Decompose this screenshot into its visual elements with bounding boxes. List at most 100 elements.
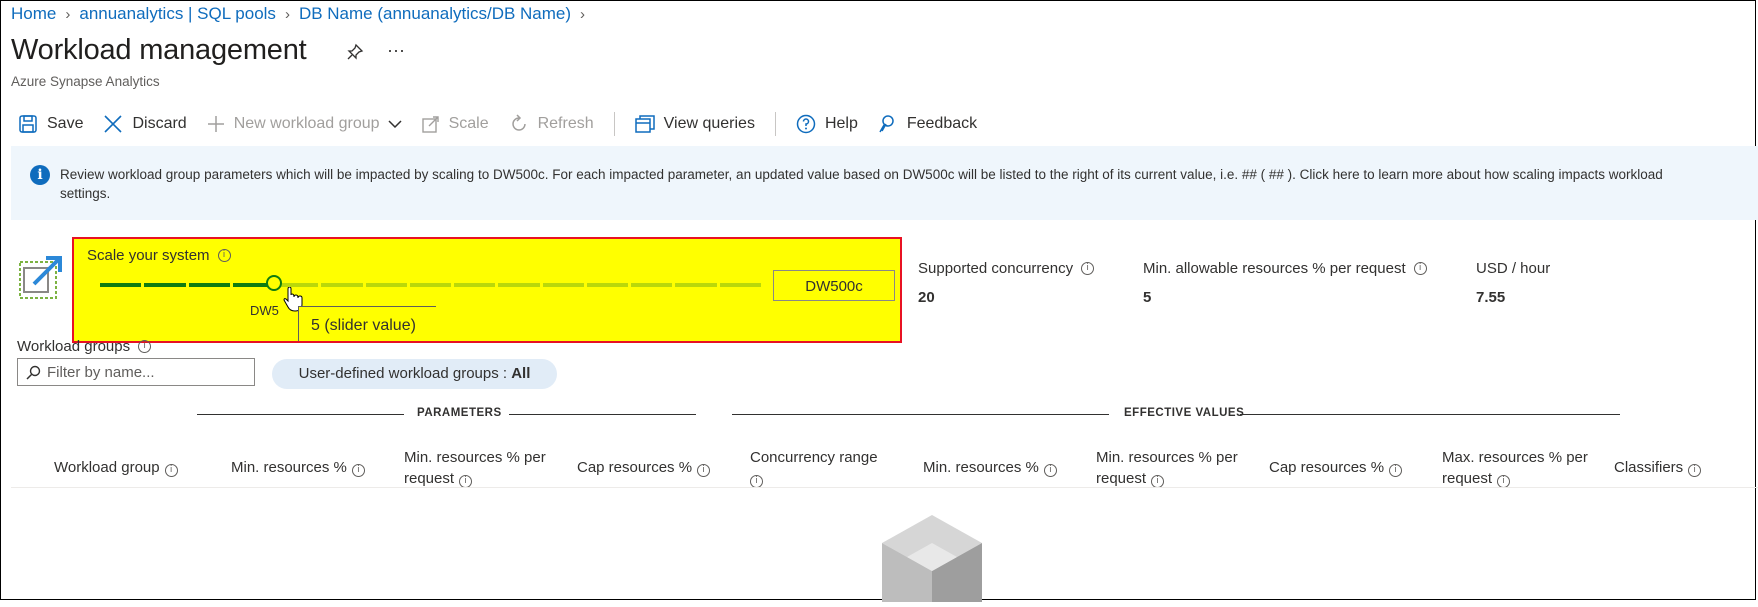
column-header-min-resources-per-request[interactable]: Min. resources % per request i	[404, 447, 546, 489]
effective-values-section-title: EFFECTIVE VALUES	[1124, 407, 1245, 419]
scale-your-system-label: Scale your system i	[87, 247, 231, 264]
scale-system-icon	[18, 254, 64, 305]
scale-icon	[421, 116, 439, 133]
info-banner-text[interactable]: Review workload group parameters which w…	[60, 165, 1758, 203]
slider-value-tooltip: 5 (slider value)	[298, 306, 436, 341]
scale-label-text: Scale your system	[87, 247, 210, 264]
column-header-text: Cap resources %	[577, 459, 693, 476]
refresh-button[interactable]: Refresh	[509, 114, 594, 134]
breadcrumb-sql-pools[interactable]: annuanalytics | SQL pools	[79, 4, 276, 24]
discard-label: Discard	[132, 115, 187, 132]
help-button[interactable]: Help	[796, 114, 858, 134]
breadcrumb-chevron-icon: ›	[65, 5, 71, 23]
metric-usd-per-hour: USD / hour 7.55	[1476, 260, 1550, 306]
info-icon[interactable]: i	[1043, 464, 1057, 477]
page-subtitle: Azure Synapse Analytics	[11, 74, 160, 89]
info-icon[interactable]: i	[164, 464, 178, 477]
breadcrumb-chevron-icon: ›	[580, 5, 586, 23]
column-header-classifiers[interactable]: Classifiers i	[1614, 457, 1702, 478]
metric-value: 20	[918, 289, 935, 306]
column-header-text: request	[404, 470, 455, 487]
info-icon[interactable]: i	[1389, 464, 1403, 477]
column-header-min-resources[interactable]: Min. resources % i	[231, 457, 365, 478]
column-header-text: request	[1096, 470, 1147, 487]
slider-segment	[586, 283, 629, 287]
column-header-max-resources-per-request[interactable]: Max. resources % per request i	[1442, 447, 1588, 489]
help-icon	[796, 114, 816, 134]
slider-thumb[interactable]	[266, 275, 282, 291]
info-banner-line-2: settings.	[60, 186, 111, 201]
new-workload-group-label: New workload group	[233, 115, 380, 132]
breadcrumb: Home › annuanalytics | SQL pools › DB Na…	[11, 4, 594, 24]
feedback-icon	[879, 115, 894, 133]
column-header-text: Min. resources %	[923, 459, 1039, 476]
info-icon[interactable]: i	[1081, 262, 1095, 275]
column-header-effective-min-resources-per-request[interactable]: Min. resources % per request i	[1096, 447, 1238, 489]
column-header-text: Classifiers	[1614, 459, 1684, 476]
info-icon[interactable]: i	[217, 249, 231, 262]
more-options-icon[interactable]: ···	[387, 40, 405, 61]
column-header-text: Workload group	[54, 459, 160, 476]
column-header-text: request	[1442, 470, 1493, 487]
slider-segment	[542, 283, 584, 287]
close-icon	[104, 115, 123, 133]
help-label: Help	[824, 115, 858, 132]
filter-placeholder: Filter by name...	[47, 363, 155, 381]
discard-button[interactable]: Discard	[103, 114, 187, 134]
refresh-icon	[511, 114, 526, 131]
column-header-text: Max. resources % per	[1442, 449, 1588, 466]
view-queries-button[interactable]: View queries	[634, 114, 755, 134]
column-header-effective-min-resources[interactable]: Min. resources % i	[923, 457, 1057, 478]
scale-value-field[interactable]: DW500c	[773, 270, 895, 301]
table-header-divider	[11, 487, 1758, 488]
column-header-cap-resources[interactable]: Cap resources % i	[577, 457, 711, 478]
metric-label: Min. allowable resources % per request	[1143, 260, 1406, 277]
slider-segment	[631, 283, 673, 287]
slider-min-label: DW5	[250, 303, 279, 318]
section-divider	[509, 414, 696, 415]
parameters-section-title: PARAMETERS	[417, 407, 502, 419]
workload-groups-filter-pill[interactable]: User-defined workload groups : All	[272, 359, 557, 389]
scale-label: Scale	[448, 115, 489, 132]
info-icon[interactable]: i	[697, 464, 711, 477]
info-icon[interactable]: i	[351, 464, 365, 477]
new-workload-group-button[interactable]: New workload group	[207, 115, 402, 133]
slider-segment	[188, 283, 230, 287]
section-divider	[732, 414, 1109, 415]
breadcrumb-home[interactable]: Home	[11, 4, 56, 24]
view-queries-label: View queries	[663, 115, 755, 132]
breadcrumb-db-name[interactable]: DB Name (annuanalytics/DB Name)	[299, 4, 571, 24]
pin-icon[interactable]	[346, 43, 364, 66]
info-icon[interactable]: i	[138, 340, 152, 353]
plus-icon	[207, 116, 224, 132]
column-header-text: Min. resources % per	[1096, 449, 1238, 466]
slider-segment	[144, 283, 186, 287]
toolbar-divider	[613, 112, 615, 136]
view-queries-icon	[634, 115, 655, 133]
save-label: Save	[47, 115, 84, 132]
toolbar-divider	[774, 112, 776, 136]
column-header-concurrency-range[interactable]: Concurrency range i	[750, 447, 878, 489]
feedback-label: Feedback	[906, 115, 978, 132]
breadcrumb-chevron-icon: ›	[284, 5, 290, 23]
column-header-workload-group[interactable]: Workload group i	[54, 457, 178, 478]
filter-input[interactable]: Filter by name...	[17, 358, 255, 386]
feedback-button[interactable]: Feedback	[878, 114, 977, 134]
info-icon: i	[30, 165, 50, 185]
scale-button[interactable]: Scale	[421, 115, 489, 133]
info-icon[interactable]: i	[1413, 262, 1427, 275]
pill-value: All	[511, 365, 531, 382]
column-header-effective-cap-resources[interactable]: Cap resources % i	[1269, 457, 1403, 478]
chevron-down-icon	[388, 120, 402, 129]
empty-state-cube-icon	[882, 515, 982, 607]
column-header-text: Cap resources %	[1269, 459, 1385, 476]
workload-groups-label: Workload groups	[17, 338, 131, 355]
info-icon[interactable]: i	[1688, 464, 1702, 477]
section-divider	[197, 414, 404, 415]
slider-segment	[498, 283, 540, 287]
save-button[interactable]: Save	[18, 114, 83, 134]
scale-slider[interactable]	[100, 283, 761, 287]
info-banner-line-1: Review workload group parameters which w…	[60, 167, 1663, 182]
metric-min-allowable-resources: Min. allowable resources % per request i …	[1143, 260, 1427, 306]
slider-segment	[409, 283, 452, 287]
